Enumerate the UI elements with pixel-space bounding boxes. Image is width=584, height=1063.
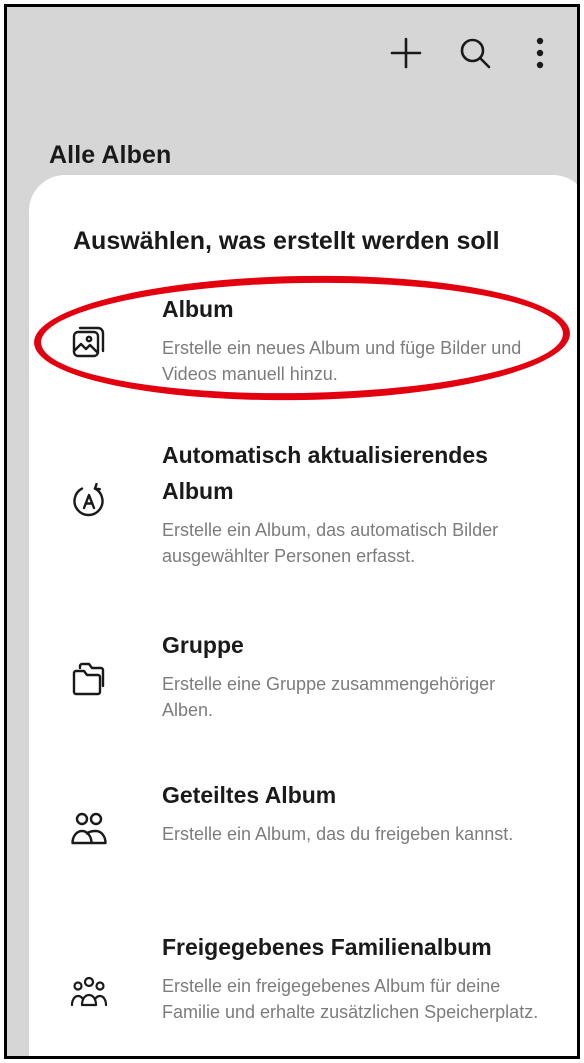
toolbar: [7, 7, 577, 99]
page-title: Alle Alben: [49, 141, 172, 169]
option-group[interactable]: Gruppe Erstelle eine Gruppe zusammengehö…: [29, 621, 577, 751]
search-button[interactable]: [453, 31, 497, 75]
option-album-description: Erstelle ein neues Album und füge Bilder…: [162, 338, 522, 384]
option-auto-album-title: Automatisch aktualisierendes Album: [162, 442, 488, 504]
search-icon: [460, 38, 491, 69]
app-screen: Alle Alben Auswählen, was erstellt werde…: [4, 4, 580, 1059]
add-button[interactable]: [384, 31, 428, 75]
option-family-album-description: Erstelle ein freigegebenes Album für dei…: [162, 976, 539, 1022]
auto-update-album-icon: [71, 483, 107, 519]
option-shared-album[interactable]: Geteiltes Album Erstelle ein Album, das …: [29, 771, 577, 901]
option-group-description: Erstelle eine Gruppe zusammengehöriger A…: [162, 674, 496, 720]
more-vertical-icon: [536, 37, 544, 69]
create-bottom-sheet: Auswählen, was erstellt werden soll Albu…: [29, 175, 577, 1056]
option-family-album-title: Freigegebenes Familienalbum: [162, 934, 492, 960]
option-shared-album-title: Geteiltes Album: [162, 782, 337, 808]
plus-icon: [390, 37, 422, 69]
option-auto-album-description: Erstelle ein Album, das automatisch Bild…: [162, 520, 499, 566]
shared-album-icon: [71, 811, 107, 847]
sheet-title: Auswählen, was erstellt werden soll: [73, 227, 500, 255]
option-auto-album[interactable]: Automatisch aktualisierendes Album Erste…: [29, 431, 577, 595]
option-album[interactable]: Album Erstelle ein neues Album und füge …: [29, 281, 577, 401]
option-family-album[interactable]: Freigegebenes Familienalbum Erstelle ein…: [29, 923, 577, 1056]
option-shared-album-description: Erstelle ein Album, das du freigeben kan…: [162, 824, 514, 844]
option-group-title: Gruppe: [162, 632, 244, 658]
more-options-button[interactable]: [518, 31, 562, 75]
album-icon: [71, 323, 107, 359]
option-album-title: Album: [162, 296, 234, 322]
family-album-icon: [71, 975, 107, 1011]
folder-group-icon: [71, 661, 107, 697]
